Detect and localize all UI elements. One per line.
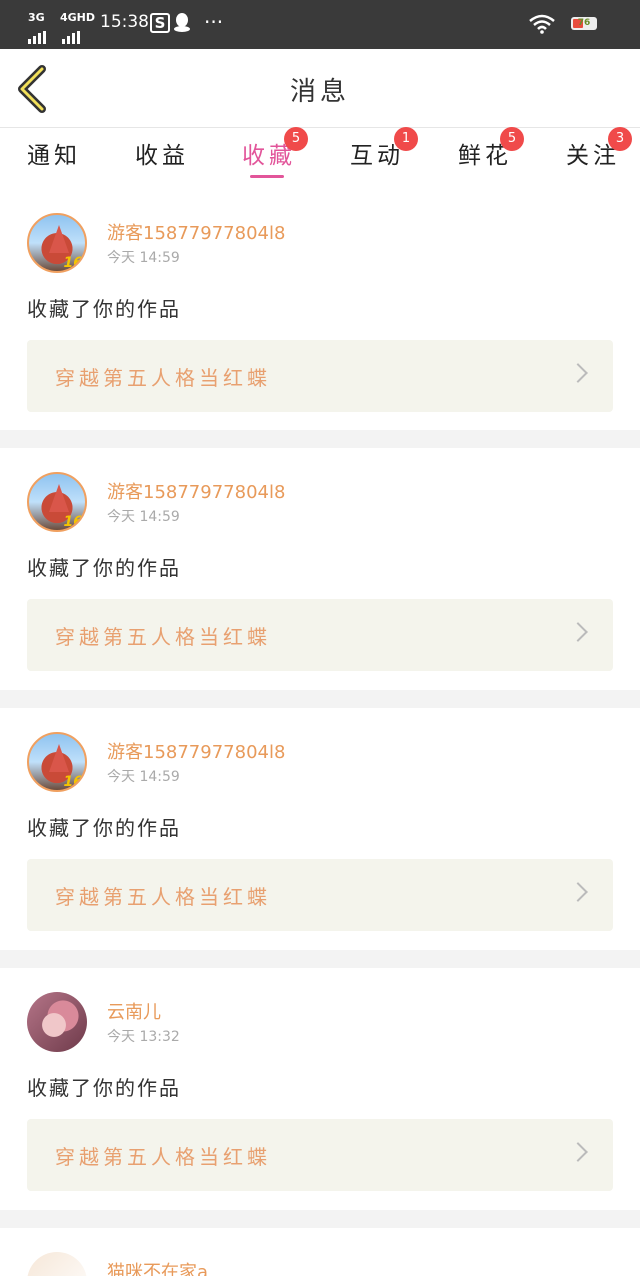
username[interactable]: 云南儿	[107, 998, 161, 1024]
badge-count: 3	[608, 127, 632, 151]
action-text: 收藏了你的作品	[27, 1076, 181, 1100]
active-tab-indicator	[250, 175, 284, 178]
tab-label: 互动	[350, 143, 404, 169]
list-item: 猫咪不在家a	[0, 1228, 640, 1276]
tab-earnings[interactable]: 收益	[135, 136, 189, 170]
work-link[interactable]: 穿越第五人格当红蝶	[27, 859, 613, 931]
work-link[interactable]: 穿越第五人格当红蝶	[27, 1119, 613, 1191]
signal-icon	[28, 24, 46, 44]
username[interactable]: 游客15877977804l8	[107, 738, 285, 764]
action-text: 收藏了你的作品	[27, 297, 181, 321]
signal-icon-2	[62, 24, 80, 44]
tab-interaction[interactable]: 互动 1	[350, 127, 418, 170]
tab-label: 通知	[27, 143, 81, 169]
avatar[interactable]: 16	[27, 732, 87, 792]
app-notification-icon: S	[150, 13, 170, 33]
tab-label: 收益	[135, 143, 189, 169]
action-text: 收藏了你的作品	[27, 816, 181, 840]
work-title: 穿越第五人格当红蝶	[55, 1145, 271, 1169]
qq-icon	[173, 12, 191, 37]
work-link[interactable]: 穿越第五人格当红蝶	[27, 599, 613, 671]
divider	[0, 1210, 640, 1228]
chevron-right-icon	[568, 363, 588, 383]
more-icon: ···	[204, 10, 224, 34]
list-item: 16 游客15877977804l8 今天 14:59 收藏了你的作品 穿越第五…	[0, 448, 640, 690]
work-title: 穿越第五人格当红蝶	[55, 625, 271, 649]
timestamp: 今天 13:32	[107, 1029, 180, 1045]
tab-follow[interactable]: 关注 3	[566, 127, 632, 170]
status-time: 15:38	[100, 12, 149, 32]
timestamp: 今天 14:59	[107, 250, 180, 266]
username[interactable]: 游客15877977804l8	[107, 478, 285, 504]
work-title: 穿越第五人格当红蝶	[55, 885, 271, 909]
username[interactable]: 游客15877977804l8	[107, 219, 285, 245]
chevron-right-icon	[568, 622, 588, 642]
badge-count: 5	[284, 127, 308, 151]
list-item: 16 游客15877977804l8 今天 14:59 收藏了你的作品 穿越第五…	[0, 189, 640, 431]
timestamp: 今天 14:59	[107, 509, 180, 525]
chevron-right-icon	[568, 1142, 588, 1162]
divider	[0, 690, 640, 708]
page-title: 消息	[289, 77, 350, 107]
status-bar: 3G 4GHD 15:38 S ··· 76	[0, 0, 640, 49]
action-text: 收藏了你的作品	[27, 556, 181, 580]
header: 消息	[0, 49, 640, 128]
battery-icon: 76	[571, 17, 597, 30]
avatar[interactable]: 16	[27, 213, 87, 273]
tab-favorites[interactable]: 收藏 5	[242, 127, 308, 170]
network-label-4g: 4GHD	[60, 11, 96, 24]
timestamp: 今天 14:59	[107, 769, 180, 785]
divider	[0, 430, 640, 448]
divider	[0, 950, 640, 968]
network-label-3g: 3G	[28, 11, 45, 24]
avatar[interactable]	[27, 1252, 87, 1276]
badge-count: 5	[500, 127, 524, 151]
chevron-right-icon	[568, 882, 588, 902]
tab-bar: 通知 收益 收藏 5 互动 1 鲜花 5 关注 3	[0, 127, 640, 184]
list-item: 云南儿 今天 13:32 收藏了你的作品 穿越第五人格当红蝶	[0, 968, 640, 1210]
work-link[interactable]: 穿越第五人格当红蝶	[27, 340, 613, 412]
list-item: 16 游客15877977804l8 今天 14:59 收藏了你的作品 穿越第五…	[0, 708, 640, 950]
avatar[interactable]	[27, 992, 87, 1052]
username[interactable]: 猫咪不在家a	[107, 1258, 208, 1276]
tab-notice[interactable]: 通知	[27, 136, 81, 170]
badge-count: 1	[394, 127, 418, 151]
work-title: 穿越第五人格当红蝶	[55, 366, 271, 390]
tab-flowers[interactable]: 鲜花 5	[458, 127, 524, 170]
avatar[interactable]: 16	[27, 472, 87, 532]
battery-level: 76	[577, 18, 591, 28]
wifi-icon	[528, 14, 556, 38]
